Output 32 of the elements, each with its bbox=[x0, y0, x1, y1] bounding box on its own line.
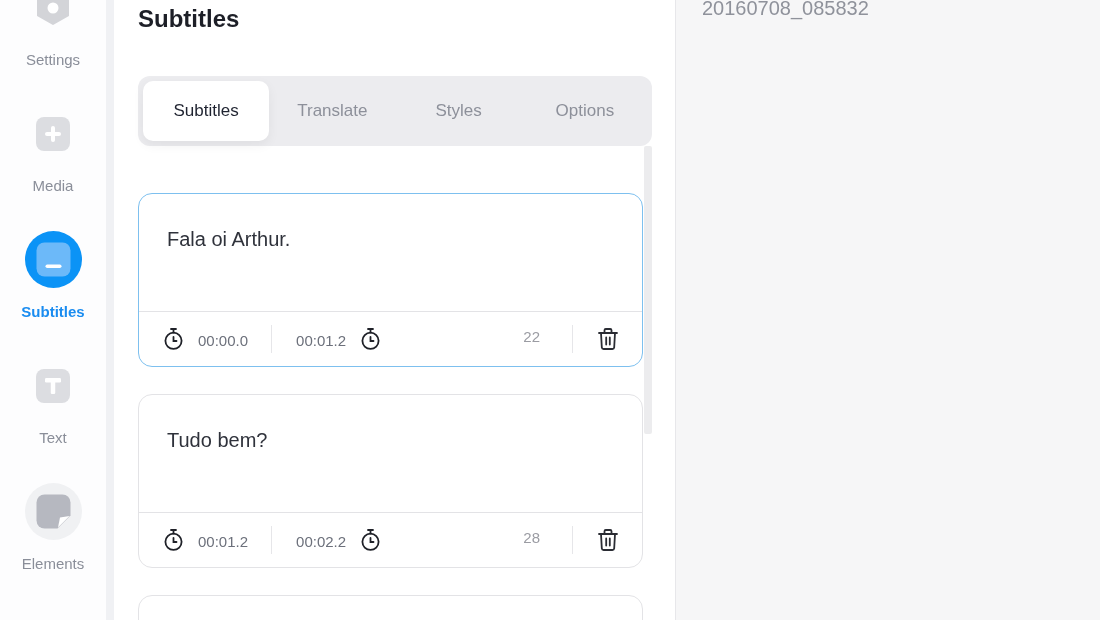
stopwatch-icon bbox=[163, 328, 184, 350]
subtitle-card[interactable]: Tudo bem? 00:01.2 00:02.2 28 bbox=[138, 394, 643, 568]
plus-icon bbox=[36, 116, 70, 151]
start-time[interactable]: 00:00.0 bbox=[198, 328, 249, 350]
subtitle-text-field[interactable]: Fala oi Arthur. bbox=[139, 194, 642, 311]
tab[interactable]: Options bbox=[521, 81, 648, 141]
stopwatch-icon bbox=[163, 529, 184, 551]
trash-icon[interactable] bbox=[598, 328, 618, 350]
end-time[interactable]: 00:01.2 bbox=[296, 328, 347, 350]
character-count: 28 bbox=[523, 528, 540, 547]
sidebar-item[interactable]: Text bbox=[0, 357, 106, 447]
tab[interactable]: Translate bbox=[269, 81, 396, 141]
sidebar-item[interactable]: Elements bbox=[0, 483, 106, 573]
sidebar-item[interactable]: Subtitles bbox=[0, 231, 106, 321]
sidebar-item[interactable]: Settings bbox=[0, 0, 106, 69]
trash-icon[interactable] bbox=[598, 529, 618, 551]
tab[interactable]: Subtitles bbox=[143, 81, 270, 141]
tab[interactable]: Styles bbox=[395, 81, 522, 141]
letter-t-icon bbox=[36, 368, 70, 403]
sticky-note-icon bbox=[24, 483, 82, 540]
scrollbar-thumb[interactable] bbox=[644, 146, 652, 434]
stopwatch-icon bbox=[360, 328, 382, 350]
start-time[interactable]: 00:01.2 bbox=[198, 529, 249, 551]
stopwatch-icon bbox=[360, 529, 382, 551]
file-name: 20160708_085832 bbox=[702, 0, 869, 18]
end-time[interactable]: 00:02.2 bbox=[296, 529, 347, 551]
character-count: 22 bbox=[523, 327, 540, 346]
sidebar-item[interactable]: Media bbox=[0, 105, 106, 195]
subtitle-text-field[interactable]: Tudo bem? bbox=[139, 395, 642, 512]
subtitles-icon bbox=[24, 231, 82, 288]
subtitle-card[interactable]: Fala oi Arthur. 00:00.0 00:01.2 22 bbox=[138, 193, 643, 367]
panel-title: Subtitles bbox=[138, 4, 241, 34]
